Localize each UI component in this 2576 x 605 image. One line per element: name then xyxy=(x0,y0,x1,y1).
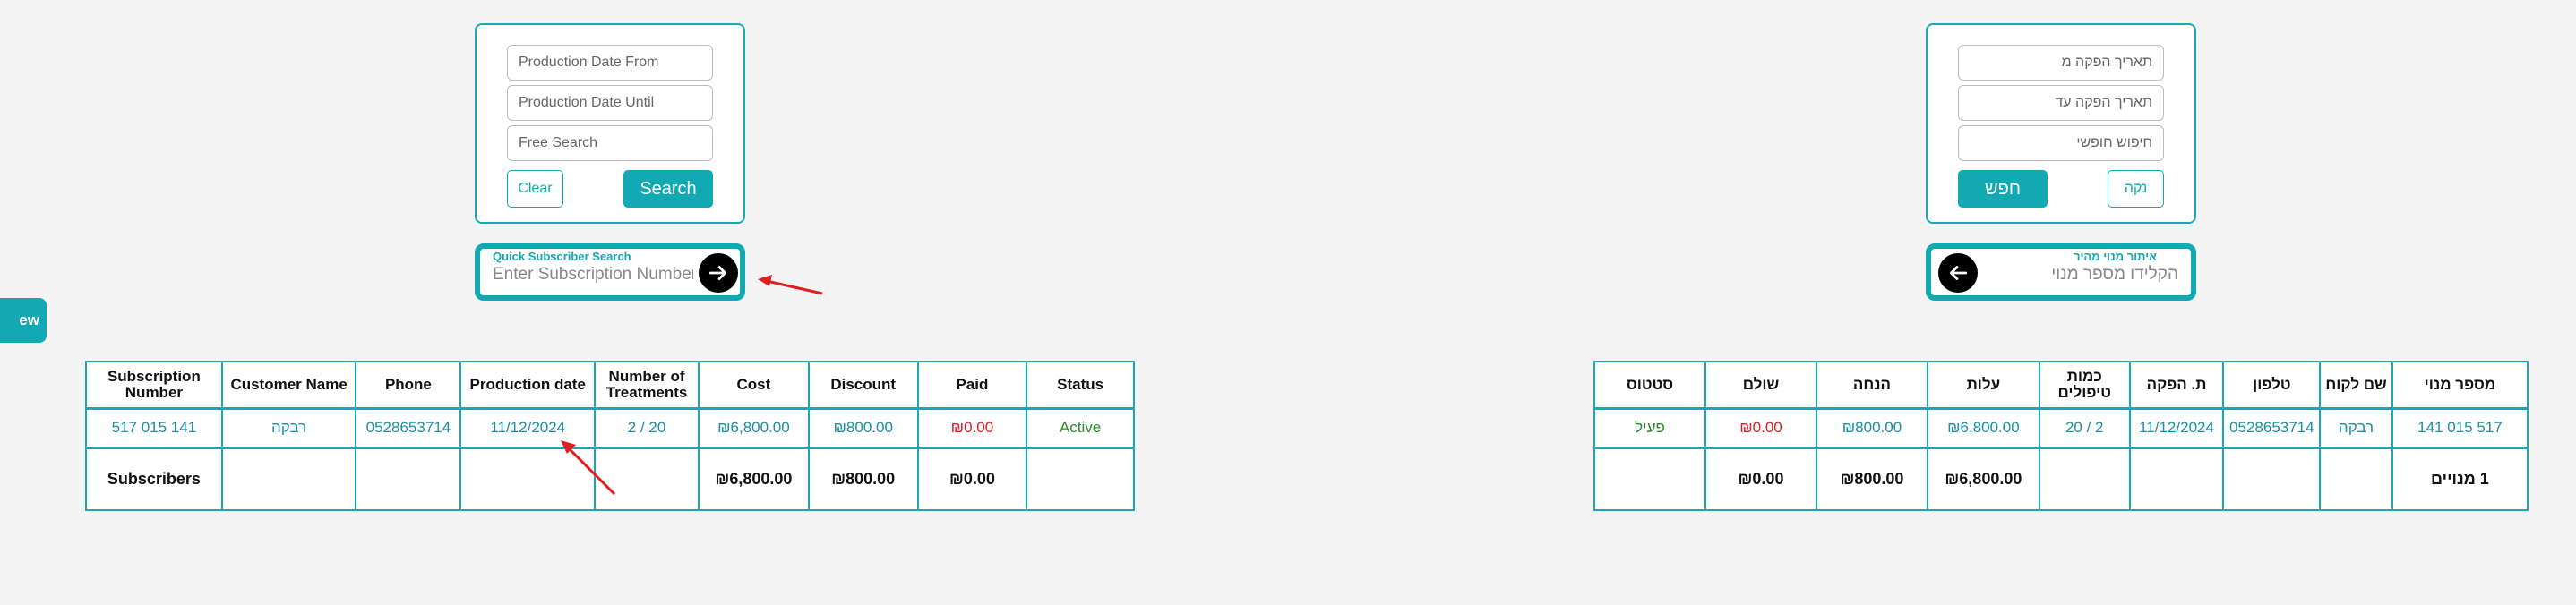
total-empty xyxy=(2222,446,2322,511)
production-date-until-field-he[interactable]: תאריך הפקה עד xyxy=(1958,85,2164,121)
cell-treatments: 2 / 20 xyxy=(594,406,700,448)
cell-status: Active xyxy=(1026,406,1135,448)
cell-treatments-he: 2 / 20 xyxy=(2038,406,2131,448)
header-discount: Discount xyxy=(807,361,919,409)
total-empty xyxy=(594,446,700,511)
subscription-number-input-he[interactable]: הקלידו מספר מנוי xyxy=(2051,265,2178,285)
totals-row-he: 1 מנויים ₪6,800.00 ₪800.00 ₪0.00 xyxy=(1593,446,2529,511)
search-button-he[interactable]: חפש xyxy=(1958,170,2048,208)
header-cost-he: עלות xyxy=(1926,361,2040,409)
cell-customer-name-he: רבקה xyxy=(2319,406,2393,448)
cell-discount-he: ₪800.00 xyxy=(1815,406,1928,448)
cell-subscription-number[interactable]: 517 015 141 xyxy=(85,406,223,448)
total-empty xyxy=(2319,446,2393,511)
header-customer-name-he: שם לקוח xyxy=(2319,361,2393,409)
free-search-field-he[interactable]: חיפוש חופשי xyxy=(1958,125,2164,161)
cell-paid: ₪0.00 xyxy=(916,406,1028,448)
free-search-field[interactable]: Free Search xyxy=(507,125,713,161)
cell-phone-he: 0528653714 xyxy=(2222,406,2322,448)
production-date-until-field[interactable]: Production Date Until xyxy=(507,85,713,121)
header-number-of-treatments: Number of Treatments xyxy=(594,361,700,409)
cell-phone: 0528653714 xyxy=(355,406,462,448)
quick-subscriber-search-en: Quick Subscriber Search Enter Subscripti… xyxy=(475,243,745,301)
search-button[interactable]: Search xyxy=(623,170,713,208)
total-cost-he: ₪6,800.00 xyxy=(1926,446,2040,511)
cell-production-date: 11/12/2024 xyxy=(459,406,597,448)
cell-cost-he: ₪6,800.00 xyxy=(1926,406,2040,448)
header-cost: Cost xyxy=(698,361,810,409)
header-production-date: Production date xyxy=(459,361,597,409)
search-panel-he: תאריך הפקה מ תאריך הפקה עד חיפוש חופשי ח… xyxy=(1926,23,2196,224)
total-discount: ₪800.00 xyxy=(807,446,919,511)
total-empty xyxy=(2128,446,2225,511)
header-production-date-he: ת. הפקה xyxy=(2128,361,2225,409)
header-subscription-number: Subscription Number xyxy=(85,361,223,409)
annotation-arrow-quick-search xyxy=(758,275,823,295)
total-discount-he: ₪800.00 xyxy=(1815,446,1928,511)
quick-search-title: Quick Subscriber Search xyxy=(493,250,631,263)
total-empty xyxy=(1593,446,1707,511)
search-panel-en: Production Date From Production Date Unt… xyxy=(475,23,745,224)
header-customer-name: Customer Name xyxy=(220,361,357,409)
arrow-right-icon[interactable] xyxy=(699,253,738,293)
header-paid-he: שולם xyxy=(1704,361,1817,409)
cell-discount: ₪800.00 xyxy=(807,406,919,448)
totals-row: Subscribers ₪6,800.00 ₪800.00 ₪0.00 xyxy=(85,446,1135,511)
arrow-left-icon[interactable] xyxy=(1938,253,1978,293)
subscription-number-input[interactable]: Enter Subscription Number xyxy=(493,265,693,285)
clear-button[interactable]: Clear xyxy=(507,170,563,208)
total-empty xyxy=(2038,446,2131,511)
table-row[interactable]: 517 015 141 רבקה 0528653714 11/12/2024 2… xyxy=(1593,406,2529,448)
production-date-from-field-he[interactable]: תאריך הפקה מ xyxy=(1958,45,2164,81)
cell-production-date-he: 11/12/2024 xyxy=(2128,406,2225,448)
cell-customer-name: רבקה xyxy=(220,406,357,448)
header-paid: Paid xyxy=(916,361,1028,409)
cell-subscription-number-he[interactable]: 517 015 141 xyxy=(2391,406,2529,448)
clear-button-he[interactable]: נקה xyxy=(2108,170,2164,208)
total-paid-he: ₪0.00 xyxy=(1704,446,1817,511)
cell-cost: ₪6,800.00 xyxy=(698,406,810,448)
cell-status-he: פעיל xyxy=(1593,406,1707,448)
quick-subscriber-search-he: איתור מנוי מהיר הקלידו מספר מנוי xyxy=(1926,243,2196,301)
header-status-he: סטטוס xyxy=(1593,361,1707,409)
header-phone-he: טלפון xyxy=(2222,361,2322,409)
header-phone: Phone xyxy=(355,361,462,409)
header-status: Status xyxy=(1026,361,1135,409)
subscriptions-table-he: מספר מנוי שם לקוח טלפון ת. הפקה כמות טיפ… xyxy=(1593,361,2529,511)
cell-paid-he: ₪0.00 xyxy=(1704,406,1817,448)
quick-search-title-he: איתור מנוי מהיר xyxy=(2073,250,2157,263)
total-paid: ₪0.00 xyxy=(916,446,1028,511)
header-subscription-number-he: מספר מנוי xyxy=(2391,361,2529,409)
production-date-from-field[interactable]: Production Date From xyxy=(507,45,713,81)
total-label-he: 1 מנויים xyxy=(2391,446,2529,511)
header-number-of-treatments-he: כמות טיפולים xyxy=(2038,361,2131,409)
header-discount-he: הנחה xyxy=(1815,361,1928,409)
subscriptions-table-en: Subscription Number Customer Name Phone … xyxy=(85,361,1135,511)
total-cost: ₪6,800.00 xyxy=(698,446,810,511)
total-empty xyxy=(459,446,597,511)
total-empty xyxy=(1026,446,1135,511)
total-empty xyxy=(355,446,462,511)
table-row[interactable]: 517 015 141 רבקה 0528653714 11/12/2024 2… xyxy=(85,406,1135,448)
total-empty xyxy=(220,446,357,511)
total-label: Subscribers xyxy=(85,446,223,511)
side-tab-button[interactable]: ew xyxy=(0,298,47,343)
